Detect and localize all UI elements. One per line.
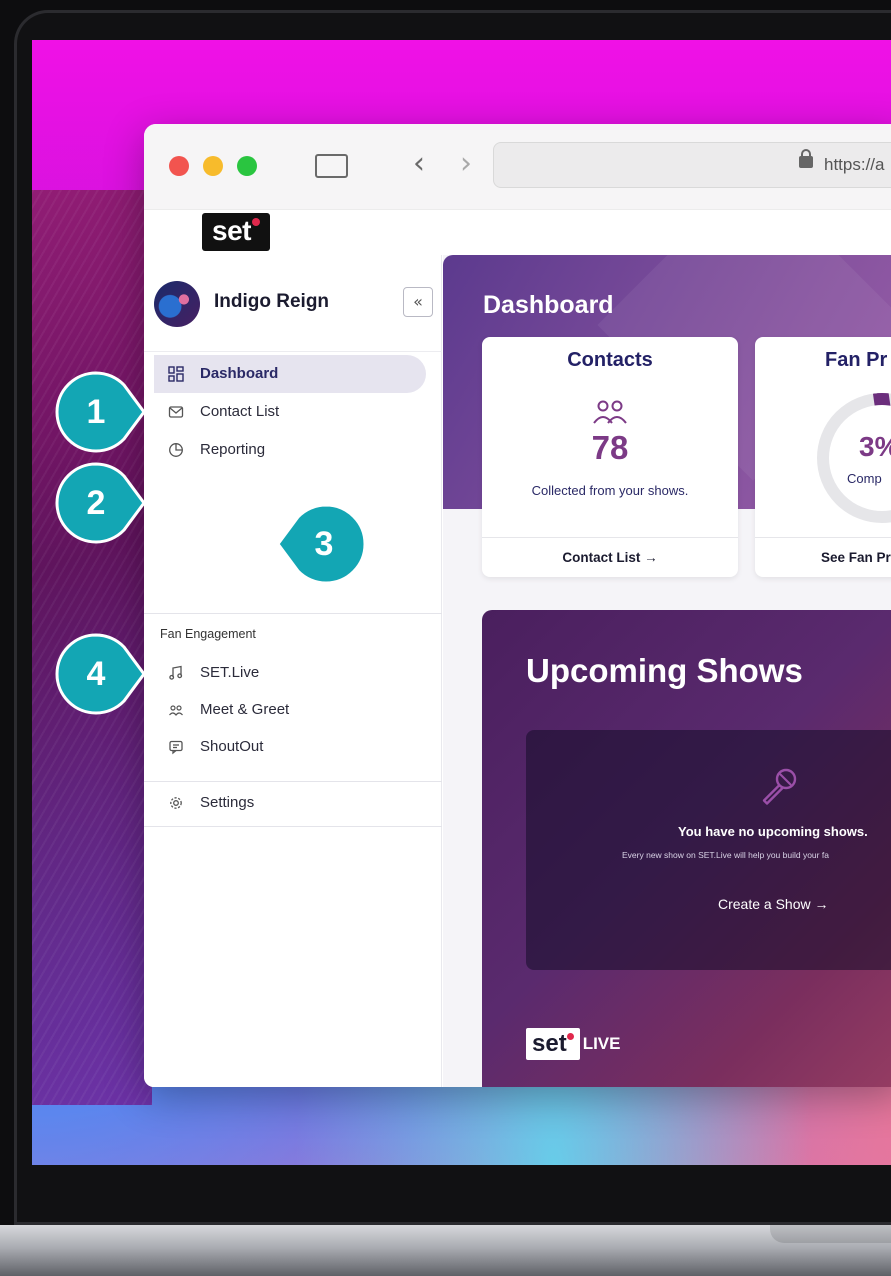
empty-state: You have no upcoming shows. Every new sh…: [526, 730, 891, 970]
sidebar-item-label: Reporting: [200, 441, 266, 458]
setlive-logo-box: set: [526, 1028, 580, 1060]
envelope-icon: [168, 404, 184, 420]
contacts-card-footer: Contact List →: [482, 537, 738, 577]
laptop-base: [0, 1225, 891, 1276]
logo-text: set: [212, 215, 251, 246]
contacts-icon: [592, 399, 628, 425]
browser-toolbar: ‹ › https://a: [144, 124, 891, 210]
empty-state-subtitle: Every new show on SET.Live will help you…: [622, 850, 829, 860]
empty-state-title: You have no upcoming shows.: [678, 824, 868, 839]
divider: [144, 826, 442, 827]
sidebar-item-dashboard[interactable]: Dashboard: [154, 355, 426, 393]
gear-icon: [168, 795, 184, 811]
sidebar-toggle-icon[interactable]: [315, 154, 348, 178]
laptop-notch: [770, 1225, 891, 1243]
setlive-live-text: LIVE: [582, 1034, 621, 1053]
sidebar-item-contact-list[interactable]: Contact List: [154, 393, 426, 431]
callout-badge-2: 2: [54, 461, 146, 545]
chat-icon: [168, 739, 184, 755]
contacts-card: Contacts 78 Collected from your shows. C…: [482, 337, 738, 577]
sidebar-item-label: SET.Live: [200, 664, 260, 681]
fan-card-title: Fan Pr: [825, 349, 888, 371]
divider: [144, 781, 442, 782]
sidebar-item-label: Settings: [200, 794, 255, 811]
avatar: [154, 281, 200, 327]
contacts-count: 78: [591, 429, 629, 466]
divider: [144, 613, 442, 614]
browser-window: ‹ › https://a set Indigo Reign « Dashboa…: [144, 124, 891, 1087]
callout-badge-3: 3: [268, 502, 368, 586]
sidebar-item-label: Meet & Greet: [200, 701, 290, 718]
contacts-subtitle: Collected from your shows.: [531, 483, 689, 498]
section-label-fan-engagement: Fan Engagement: [160, 627, 256, 641]
sidebar-item-shoutout[interactable]: ShoutOut: [154, 728, 426, 766]
callout-number: 3: [314, 525, 334, 563]
progress-percent: 3%: [859, 431, 891, 462]
upcoming-shows-panel: Upcoming Shows You have no upcoming show…: [482, 610, 891, 1087]
logo-dot-icon: [251, 218, 260, 226]
callout-number: 1: [86, 393, 106, 431]
create-show-link[interactable]: Create a Show →: [718, 896, 829, 912]
back-button[interactable]: ‹: [413, 146, 425, 181]
sidebar-item-setlive[interactable]: SET.Live: [154, 654, 426, 692]
callout-number: 2: [86, 484, 106, 522]
fan-card-footer: See Fan Pr: [755, 537, 891, 577]
zoom-window-button[interactable]: [237, 156, 257, 176]
setlive-logo-text: set: [532, 1030, 567, 1057]
collapse-sidebar-button[interactable]: «: [403, 287, 433, 317]
music-note-icon: [168, 665, 184, 681]
profile-name: Indigo Reign: [214, 291, 330, 312]
sidebar-item-label: Dashboard: [200, 365, 279, 382]
app-header: set: [144, 210, 891, 255]
people-icon: [168, 702, 184, 718]
sidebar: Indigo Reign « Dashboard Contact List Re…: [144, 255, 442, 1087]
upcoming-shows-title: Upcoming Shows: [526, 652, 803, 689]
callout-number: 4: [86, 655, 106, 693]
setlive-logo: set LIVE: [526, 1028, 620, 1062]
main-content: Dashboard Contacts 78 Collected from you…: [443, 255, 891, 1087]
sidebar-item-meet-greet[interactable]: Meet & Greet: [154, 691, 426, 729]
divider: [144, 351, 442, 352]
forward-button[interactable]: ›: [460, 146, 472, 181]
address-bar[interactable]: https://a: [493, 142, 891, 188]
lock-icon: [799, 149, 813, 168]
sidebar-item-reporting[interactable]: Reporting: [154, 431, 426, 469]
close-window-button[interactable]: [169, 156, 189, 176]
pie-chart-icon: [168, 442, 184, 458]
sidebar-item-label: ShoutOut: [200, 738, 264, 755]
sidebar-item-settings[interactable]: Settings: [154, 784, 426, 822]
fan-profile-card: Fan Pr 3% Comp See Fan Pr: [755, 337, 891, 577]
callout-badge-4: 4: [54, 632, 146, 716]
microphone-icon: [756, 764, 802, 810]
contacts-card-title: Contacts: [567, 349, 653, 371]
contact-list-link[interactable]: Contact List →: [482, 550, 738, 565]
see-fan-profile-link[interactable]: See Fan Pr: [821, 550, 891, 565]
set-logo[interactable]: set: [202, 213, 270, 251]
url-text: https://a: [824, 155, 885, 174]
dashboard-grid-icon: [168, 366, 184, 382]
sidebar-item-label: Contact List: [200, 403, 280, 420]
logo-dot-icon: [566, 1033, 574, 1040]
page-title: Dashboard: [483, 291, 614, 319]
progress-label: Comp: [847, 471, 882, 486]
callout-badge-1: 1: [54, 370, 146, 454]
minimize-window-button[interactable]: [203, 156, 223, 176]
